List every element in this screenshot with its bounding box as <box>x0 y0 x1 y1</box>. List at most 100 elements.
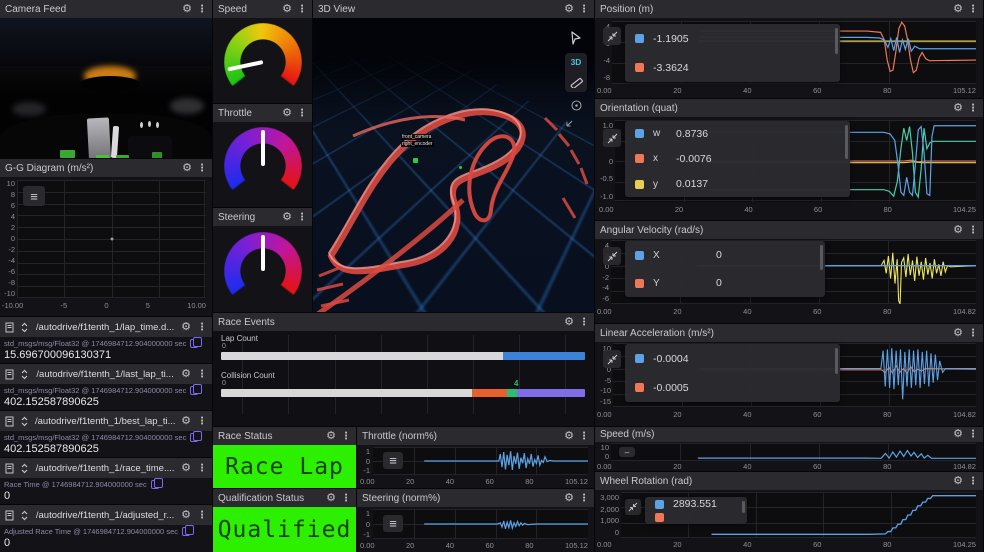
kebab-menu-icon[interactable]: ⋮ <box>968 4 978 15</box>
settings-gear-icon[interactable]: ⚙ <box>953 103 963 114</box>
plot-legend[interactable]: 2893.551 <box>645 497 747 524</box>
kebab-menu-icon[interactable]: ⋮ <box>197 416 207 427</box>
settings-gear-icon[interactable]: ⚙ <box>182 163 192 174</box>
legend-scrollbar[interactable] <box>742 501 745 513</box>
settings-gear-icon[interactable]: ⚙ <box>326 431 336 442</box>
legend-row-clipped[interactable] <box>645 511 747 524</box>
kebab-menu-icon[interactable]: ⋮ <box>968 429 978 440</box>
settings-gear-icon[interactable]: ⚙ <box>564 4 574 15</box>
copy-icon[interactable] <box>190 339 198 348</box>
kebab-menu-icon[interactable]: ⋮ <box>968 225 978 236</box>
kebab-menu-icon[interactable]: ⋮ <box>297 4 307 15</box>
unfold-icon[interactable] <box>20 369 29 380</box>
legend-row[interactable]: y0.0137 <box>625 178 850 190</box>
raw-message-header[interactable]: /autodrive/f1tenth_1/best_lap_ti... ⚙ ⋮ <box>0 411 212 431</box>
plot-legend[interactable]: w0.8736 x-0.0076 y0.0137 <box>625 121 850 197</box>
throttle-norm-plot[interactable]: ≡ <box>373 447 588 475</box>
kebab-menu-icon[interactable]: ⋮ <box>968 328 978 339</box>
legend-collapse-button[interactable] <box>603 247 621 265</box>
3d-mode-button[interactable]: 3D <box>571 57 582 67</box>
cursor-tool-icon[interactable] <box>568 30 584 46</box>
settings-gear-icon[interactable]: ⚙ <box>282 212 292 223</box>
unfold-icon[interactable] <box>20 416 29 427</box>
raw-message-header[interactable]: /autodrive/f1tenth_1/last_lap_ti... ⚙ ⋮ <box>0 364 212 384</box>
kebab-menu-icon[interactable]: ⋮ <box>579 317 589 328</box>
legend-row[interactable]: -1.1905 <box>625 33 840 45</box>
legend-collapsed-button[interactable]: – <box>619 447 635 457</box>
settings-gear-icon[interactable]: ⚙ <box>953 225 963 236</box>
settings-gear-icon[interactable]: ⚙ <box>181 416 191 427</box>
kebab-menu-icon[interactable]: ⋮ <box>341 431 351 442</box>
lap-count-bar[interactable] <box>221 352 585 360</box>
legend-row[interactable]: -0.0004 <box>625 353 840 365</box>
copy-icon[interactable] <box>182 527 190 536</box>
legend-scrollbar[interactable] <box>835 348 838 374</box>
kebab-menu-icon[interactable]: ⋮ <box>579 431 589 442</box>
settings-gear-icon[interactable]: ⚙ <box>326 493 336 504</box>
raw-message-header[interactable]: /autodrive/f1tenth_1/adjusted_r... ⚙ ⋮ <box>0 505 212 525</box>
settings-gear-icon[interactable]: ⚙ <box>564 431 574 442</box>
legend-row[interactable]: x-0.0076 <box>625 153 850 165</box>
kebab-menu-icon[interactable]: ⋮ <box>341 493 351 504</box>
gg-plot[interactable]: ≡ <box>17 180 206 298</box>
topic-path[interactable]: /autodrive/f1tenth_1/best_lap_ti... <box>35 416 175 427</box>
kebab-menu-icon[interactable]: ⋮ <box>297 108 307 119</box>
copy-icon[interactable] <box>190 386 198 395</box>
camera-tool-icon[interactable] <box>570 99 583 112</box>
legend-collapse-button[interactable] <box>625 499 641 515</box>
unfold-icon[interactable] <box>20 463 29 474</box>
topic-path[interactable]: /autodrive/f1tenth_1/race_time.... <box>35 463 175 474</box>
legend-toggle-button[interactable]: ≡ <box>383 452 403 469</box>
kebab-menu-icon[interactable]: ⋮ <box>579 4 589 15</box>
legend-scrollbar[interactable] <box>835 28 838 54</box>
topic-path[interactable]: /autodrive/f1tenth_1/adjusted_r... <box>35 510 175 521</box>
settings-gear-icon[interactable]: ⚙ <box>282 4 292 15</box>
resize-corner-icon[interactable] <box>565 119 574 128</box>
speed-plot[interactable]: – <box>611 443 976 461</box>
copy-icon[interactable] <box>151 480 159 489</box>
kebab-menu-icon[interactable]: ⋮ <box>197 463 207 474</box>
settings-gear-icon[interactable]: ⚙ <box>953 328 963 339</box>
legend-toggle-button[interactable]: ≡ <box>383 515 403 532</box>
kebab-menu-icon[interactable]: ⋮ <box>197 510 207 521</box>
kebab-menu-icon[interactable]: ⋮ <box>197 4 207 15</box>
legend-scrollbar[interactable] <box>820 245 823 270</box>
kebab-menu-icon[interactable]: ⋮ <box>297 212 307 223</box>
unfold-icon[interactable] <box>20 510 29 521</box>
kebab-menu-icon[interactable]: ⋮ <box>197 322 207 333</box>
state-transitions-canvas[interactable]: Lap Count 0 Collision Count 0 4 <box>213 331 594 426</box>
legend-collapse-button[interactable] <box>603 27 621 45</box>
legend-row[interactable]: -3.3624 <box>625 62 840 74</box>
copy-icon[interactable] <box>190 433 198 442</box>
settings-gear-icon[interactable]: ⚙ <box>182 4 192 15</box>
measure-tool-icon[interactable] <box>570 75 583 88</box>
plot-legend[interactable]: -1.1905 -3.3624 <box>625 24 840 82</box>
legend-row[interactable]: -0.0005 <box>625 382 840 394</box>
settings-gear-icon[interactable]: ⚙ <box>181 322 191 333</box>
kebab-menu-icon[interactable]: ⋮ <box>197 369 207 380</box>
topic-path[interactable]: /autodrive/f1tenth_1/lap_time.d... <box>35 322 175 333</box>
settings-gear-icon[interactable]: ⚙ <box>282 108 292 119</box>
legend-collapse-button[interactable] <box>603 129 621 147</box>
settings-gear-icon[interactable]: ⚙ <box>181 510 191 521</box>
settings-gear-icon[interactable]: ⚙ <box>564 493 574 504</box>
legend-row[interactable]: Y0 <box>625 277 825 289</box>
kebab-menu-icon[interactable]: ⋮ <box>579 493 589 504</box>
plot-legend[interactable]: X0 Y0 <box>625 241 825 297</box>
legend-row[interactable]: 2893.551 <box>645 497 747 511</box>
topic-path[interactable]: /autodrive/f1tenth_1/last_lap_ti... <box>35 369 175 380</box>
view3d-canvas[interactable]: front_camera right_encoder 3D <box>313 18 594 312</box>
settings-gear-icon[interactable]: ⚙ <box>953 4 963 15</box>
kebab-menu-icon[interactable]: ⋮ <box>968 476 978 487</box>
kebab-menu-icon[interactable]: ⋮ <box>968 103 978 114</box>
unfold-icon[interactable] <box>20 322 29 333</box>
legend-scrollbar[interactable] <box>845 125 848 159</box>
settings-gear-icon[interactable]: ⚙ <box>181 463 191 474</box>
collision-count-bar[interactable] <box>221 389 585 397</box>
settings-gear-icon[interactable]: ⚙ <box>181 369 191 380</box>
legend-toggle-button[interactable]: ≡ <box>23 186 45 206</box>
kebab-menu-icon[interactable]: ⋮ <box>197 163 207 174</box>
settings-gear-icon[interactable]: ⚙ <box>953 476 963 487</box>
settings-gear-icon[interactable]: ⚙ <box>953 429 963 440</box>
plot-legend[interactable]: -0.0004 -0.0005 <box>625 344 840 402</box>
